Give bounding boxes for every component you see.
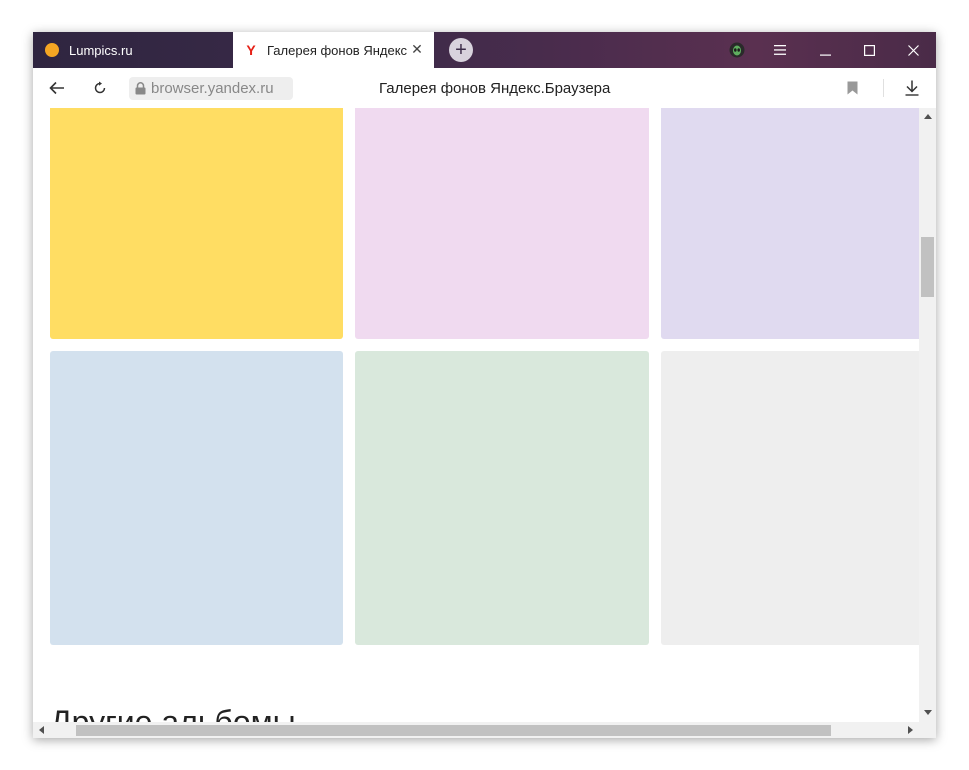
scroll-down-arrow-icon[interactable]: [924, 710, 932, 715]
hamburger-icon: [774, 45, 786, 55]
tab-yandex-gallery[interactable]: Y Галерея фонов Яндекс.Браузера ✕: [233, 32, 434, 68]
page-title: Галерея фонов Яндекс.Браузера: [379, 80, 611, 97]
gallery-tile[interactable]: [355, 108, 649, 339]
maximize-icon: [863, 44, 875, 56]
downloads-button[interactable]: [900, 76, 924, 100]
horizontal-scrollbar[interactable]: [33, 722, 919, 738]
vertical-scrollbar[interactable]: [919, 108, 936, 722]
tab-label: Lumpics.ru: [69, 42, 133, 58]
reload-icon: [94, 81, 106, 94]
maximize-button[interactable]: [847, 32, 891, 68]
url-text[interactable]: browser.yandex.ru: [151, 80, 274, 97]
gallery-tile[interactable]: [661, 351, 919, 645]
minimize-button[interactable]: [803, 32, 847, 68]
arrow-left-icon: [49, 81, 64, 95]
gallery-tile[interactable]: [50, 108, 343, 339]
minimize-icon: [819, 54, 831, 56]
protect-status-icon[interactable]: [729, 42, 745, 58]
bookmark-icon: [847, 81, 857, 95]
scrollbar-corner: [919, 722, 936, 738]
bookmark-button[interactable]: [840, 76, 864, 100]
title-bar: Lumpics.ru Y Галерея фонов Яндекс.Браузе…: [33, 32, 936, 68]
tab-label: Галерея фонов Яндекс.Браузера: [267, 42, 407, 58]
address-bar: browser.yandex.ru Галерея фонов Яндекс.Б…: [33, 68, 936, 109]
toolbar-divider: [883, 79, 884, 97]
page-content: Другие альбомы: [33, 108, 919, 722]
close-tab-icon[interactable]: ✕: [410, 42, 424, 56]
gallery-tile[interactable]: [661, 108, 919, 339]
download-icon: [905, 80, 919, 96]
lock-icon[interactable]: [129, 77, 151, 100]
menu-button[interactable]: [758, 32, 802, 68]
horizontal-scroll-thumb[interactable]: [76, 725, 831, 736]
scroll-up-arrow-icon[interactable]: [924, 114, 932, 119]
back-button[interactable]: [45, 76, 69, 100]
gallery-tile[interactable]: [50, 351, 343, 645]
yandex-favicon-icon: Y: [246, 42, 256, 58]
new-tab-button[interactable]: +: [449, 38, 473, 62]
close-icon: [907, 44, 919, 56]
vertical-scroll-thumb[interactable]: [921, 237, 934, 297]
gallery-tile[interactable]: [355, 351, 649, 645]
scroll-left-arrow-icon[interactable]: [39, 726, 44, 734]
scroll-right-arrow-icon[interactable]: [908, 726, 913, 734]
tab-lumpics[interactable]: Lumpics.ru: [33, 32, 233, 68]
browser-window: Lumpics.ru Y Галерея фонов Яндекс.Браузе…: [33, 32, 936, 738]
lumpics-favicon-icon: [45, 43, 59, 57]
section-heading: Другие альбомы: [50, 704, 296, 722]
close-window-button[interactable]: [891, 32, 935, 68]
reload-button[interactable]: [88, 76, 112, 100]
url-field[interactable]: browser.yandex.ru: [129, 77, 293, 100]
